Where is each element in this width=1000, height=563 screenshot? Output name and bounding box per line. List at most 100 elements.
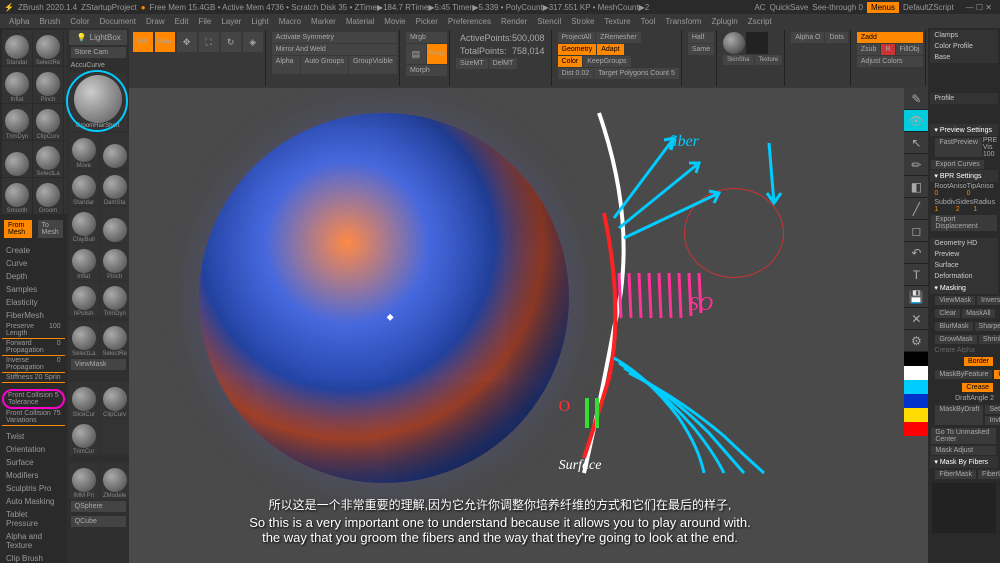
gotounmasked-btn[interactable]: Go To Unmasked Center bbox=[931, 428, 995, 444]
qcube-btn[interactable]: QCube bbox=[71, 516, 126, 527]
dist-slider[interactable]: Dist 0.02 bbox=[558, 68, 594, 79]
sec-brush-selectre[interactable]: SelectRe bbox=[100, 321, 130, 357]
brush-standard[interactable]: Standar bbox=[2, 30, 32, 66]
hair-sphere-model[interactable] bbox=[199, 113, 569, 483]
rp-deformation[interactable]: Deformation bbox=[930, 271, 998, 282]
vt-text-icon[interactable]: T bbox=[904, 264, 928, 286]
scale-icon[interactable]: ⛶ bbox=[199, 32, 219, 52]
menu-surface[interactable]: Surface bbox=[2, 456, 65, 469]
vt-pen-icon[interactable]: ✎ bbox=[904, 88, 928, 110]
brush-empty2[interactable] bbox=[2, 141, 32, 177]
sec-brush-standard[interactable]: Standar bbox=[69, 170, 99, 206]
sec-brush-move[interactable]: Move bbox=[69, 133, 99, 169]
menu-clipbrushmod[interactable]: Clip Brush Modifiers bbox=[2, 552, 65, 563]
vt-color-blue[interactable] bbox=[904, 394, 928, 408]
viewmask-btn[interactable]: ViewMask bbox=[71, 359, 126, 370]
storecam-btn[interactable]: Store Cam bbox=[71, 47, 126, 58]
growmask-btn[interactable]: GrowMask bbox=[935, 335, 976, 344]
menu-transform[interactable]: Transform bbox=[665, 17, 701, 26]
param-stiffness[interactable]: Stiffness 20Sprin bbox=[2, 373, 65, 383]
sec-brush-x1[interactable] bbox=[100, 133, 130, 169]
vt-color-cyan[interactable] bbox=[904, 380, 928, 394]
zsub-btn[interactable]: Zsub bbox=[857, 44, 881, 55]
layer-icon[interactable]: ▤ bbox=[406, 44, 426, 64]
sec-brush-pinch[interactable]: Pinch bbox=[100, 244, 130, 280]
mirror-weld-btn[interactable]: Mirror And Weld bbox=[272, 44, 397, 55]
menu-render[interactable]: Render bbox=[501, 17, 527, 26]
targetpoly-slider[interactable]: Target Polygons Count 5 bbox=[594, 68, 679, 79]
blurmask-btn[interactable]: BlurMask bbox=[935, 322, 972, 331]
param-preserve-length[interactable]: Preserve Length100 bbox=[2, 322, 65, 339]
inverse-btn[interactable]: Inverse bbox=[977, 296, 1000, 305]
menu-curve[interactable]: Curve bbox=[2, 257, 65, 270]
rgb-btn[interactable]: R bbox=[881, 44, 894, 55]
menu-macro[interactable]: Macro bbox=[279, 17, 301, 26]
vt-cursor-icon[interactable]: ↖ bbox=[904, 132, 928, 154]
zremesher-btn[interactable]: ZRemesher bbox=[596, 32, 641, 43]
clear-btn[interactable]: Clear bbox=[935, 309, 960, 318]
menu-create[interactable]: Create bbox=[2, 244, 65, 257]
fillobj-btn[interactable]: FillObj bbox=[896, 44, 924, 55]
rotate-icon[interactable]: ↻ bbox=[221, 32, 241, 52]
morph-btn[interactable]: Morph bbox=[406, 65, 447, 76]
rp-preview[interactable]: Preview bbox=[930, 249, 998, 260]
menus-btn[interactable]: Menus bbox=[867, 2, 899, 13]
menu-marker[interactable]: Marker bbox=[311, 17, 336, 26]
brush-groom1[interactable]: Groom bbox=[33, 178, 63, 214]
edit-btn[interactable]: Edit bbox=[133, 32, 153, 52]
brush-pinch[interactable]: Pinch bbox=[33, 67, 63, 103]
vt-save-icon[interactable]: 💾 bbox=[904, 286, 928, 308]
alpha-slot[interactable]: Alpha bbox=[272, 56, 300, 74]
menu-modifiers[interactable]: Modifiers bbox=[2, 469, 65, 482]
fastpreview-btn[interactable]: FastPreview bbox=[935, 138, 982, 157]
menu-tabletpressure[interactable]: Tablet Pressure bbox=[2, 508, 65, 530]
mrgb-btn[interactable]: Mrgb bbox=[406, 32, 447, 43]
param-front-collision-variations[interactable]: Front Collision Variations75 bbox=[2, 409, 65, 426]
gizmo-icon[interactable]: ◈ bbox=[243, 32, 263, 52]
brush-selectrect[interactable]: SelectRe bbox=[33, 30, 63, 66]
fiberunmask-btn[interactable]: FiberUnmask bbox=[978, 470, 1000, 479]
brush-inflat[interactable]: Inflat bbox=[2, 67, 32, 103]
crease-btn[interactable]: Crease bbox=[962, 383, 993, 392]
sec-brush-hpolish[interactable]: hPolish bbox=[69, 281, 99, 317]
draw-btn[interactable]: Draw bbox=[155, 32, 175, 52]
brush-trimdyn[interactable]: TrimDyn bbox=[2, 104, 32, 140]
menu-file[interactable]: File bbox=[198, 17, 211, 26]
menu-stencil[interactable]: Stencil bbox=[537, 17, 561, 26]
fibermask-btn[interactable]: FiberMask bbox=[935, 470, 976, 479]
menu-fibermesh[interactable]: FiberMesh bbox=[2, 309, 65, 322]
geometry-btn[interactable]: Geometry bbox=[558, 44, 597, 55]
half-btn[interactable]: Half bbox=[688, 32, 714, 43]
menu-tool[interactable]: Tool bbox=[641, 17, 656, 26]
vt-eraser-icon[interactable]: ◧ bbox=[904, 176, 928, 198]
menu-movie[interactable]: Movie bbox=[384, 17, 405, 26]
param-front-collision-tolerance[interactable]: Front Collision Tolerance5 bbox=[2, 389, 65, 409]
sec-brush-immpri[interactable]: IMM Pri bbox=[69, 463, 99, 499]
maskbyfeature-btn[interactable]: MaskByFeature bbox=[935, 370, 992, 379]
vt-line-icon[interactable]: ╱ bbox=[904, 198, 928, 220]
vt-color-white[interactable] bbox=[904, 366, 928, 380]
maskall-btn[interactable]: MaskAll bbox=[962, 309, 995, 318]
sec-brush-x3[interactable] bbox=[100, 419, 130, 455]
material-sphere[interactable] bbox=[723, 32, 745, 54]
rp-bpr-settings[interactable]: ▾ BPR Settings bbox=[930, 170, 998, 182]
border-btn[interactable]: Border bbox=[964, 357, 993, 366]
menu-alphatexture[interactable]: Alpha and Texture bbox=[2, 530, 65, 552]
menu-light[interactable]: Light bbox=[251, 17, 268, 26]
menu-zscript[interactable]: Zscript bbox=[748, 17, 772, 26]
vt-gear-icon[interactable]: ⚙ bbox=[904, 330, 928, 352]
maskbydraft-btn[interactable]: MaskByDraft bbox=[935, 405, 983, 425]
shrink-btn[interactable]: ShrinkMask bbox=[979, 335, 1000, 344]
sec-brush-inflat[interactable]: Inflat bbox=[69, 244, 99, 280]
exportcurves-btn[interactable]: Export Curves bbox=[931, 160, 983, 169]
rp-maskbyfibers[interactable]: ▾ Mask By Fibers bbox=[930, 456, 998, 468]
menu-samples[interactable]: Samples bbox=[2, 283, 65, 296]
vt-color-red[interactable] bbox=[904, 422, 928, 436]
exportdisp-btn[interactable]: Export Displacement bbox=[931, 215, 997, 231]
menu-color[interactable]: Color bbox=[70, 17, 89, 26]
sec-brush-trimdyn[interactable]: TrimDyn bbox=[100, 281, 130, 317]
groupvisible-btn[interactable]: GroupVisible bbox=[349, 56, 397, 74]
zadd-btn[interactable]: Zadd bbox=[857, 32, 923, 43]
sec-brush-zmodele[interactable]: ZModele bbox=[100, 463, 130, 499]
adjustcolors-btn[interactable]: Adjust Colors bbox=[857, 56, 923, 67]
